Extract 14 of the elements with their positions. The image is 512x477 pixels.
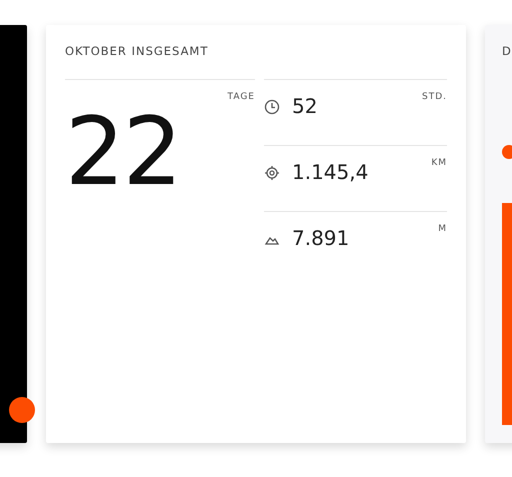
target-icon bbox=[264, 165, 280, 181]
clock-icon bbox=[264, 99, 280, 115]
card-title: OKTOBER INSGESAMT bbox=[65, 44, 210, 58]
marker-icon bbox=[502, 145, 512, 159]
stat-value: 1.145,4 bbox=[292, 159, 368, 186]
stat-value: 52 bbox=[292, 93, 318, 120]
stat-unit: M bbox=[438, 224, 447, 234]
stat-unit: KM bbox=[431, 158, 447, 168]
days-unit: TAGE bbox=[228, 92, 255, 102]
days-value: 22 bbox=[65, 106, 181, 200]
stat-unit: STD. bbox=[422, 92, 447, 102]
badge-icon bbox=[9, 397, 35, 423]
card-title: D bbox=[502, 44, 512, 58]
stat-value: 7.891 bbox=[292, 225, 350, 252]
